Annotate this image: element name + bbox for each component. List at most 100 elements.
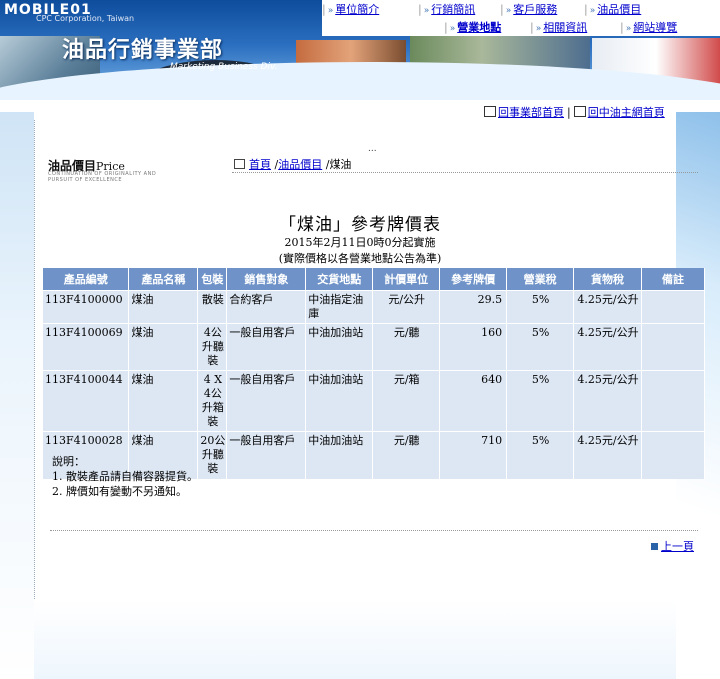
section-subtitle: CONTINUATION OF ORIGINALITY AND PURSUIT …	[48, 171, 157, 183]
cell-tax: 5%	[506, 370, 575, 432]
prev-page-link[interactable]: 上一頁	[661, 540, 694, 553]
price-table-title: 「煤油」參考牌價表	[279, 215, 441, 235]
arrow-icon: »	[589, 6, 596, 16]
cell-pack: 散裝	[197, 290, 228, 324]
cell-target: 一般自用客戶	[226, 323, 307, 371]
column-header: 產品名稱	[128, 268, 199, 291]
section-divider	[232, 172, 698, 173]
arrow-icon: »	[625, 24, 632, 34]
table-row: 113F4100000 煤油 散裝 合約客戶 中油指定油庫 元/公升 29.5 …	[43, 290, 706, 324]
remarks: 說明： 1. 散裝產品請自備容器提貨。 2. 牌價如有變動不另通知。	[52, 454, 198, 499]
cell-target: 一般自用客戶	[226, 370, 307, 432]
home-links-separator: |	[567, 106, 571, 119]
nav-item-oil-prices[interactable]: |» 油品價目	[584, 1, 641, 17]
nav-link-customer-service[interactable]: 客戶服務	[513, 3, 557, 16]
column-header: 包裝	[197, 268, 228, 291]
breadcrumb: 首頁 /油品價目 /煤油	[234, 156, 351, 172]
column-header: 貨物稅	[573, 268, 642, 291]
cell-unit: 元/聽	[372, 431, 441, 479]
cpc-logo-text: CPC Corporation, Taiwan	[36, 14, 135, 23]
cell-place: 中油加油站	[305, 431, 374, 479]
nav-item-locations[interactable]: |» 營業地點	[444, 19, 501, 35]
arrow-icon: »	[327, 6, 334, 16]
cell-name: 煤油	[128, 290, 199, 324]
division-subtitle: Marketing Business Div.	[170, 62, 278, 72]
breadcrumb-current: 煤油	[329, 158, 352, 171]
nav-item-marketing-news[interactable]: |» 行銷簡訊	[418, 1, 475, 17]
price-note: (實際價格以各營業地點公告為準)	[278, 252, 442, 265]
cell-price: 640	[439, 370, 508, 432]
nav-separator: |	[418, 3, 422, 16]
nav-link-locations[interactable]: 營業地點	[457, 21, 501, 34]
table-header-row: 產品編號 產品名稱 包裝 銷售對象 交貨地點 計價單位 參考牌價 營業稅 貨物稅…	[43, 268, 706, 291]
breadcrumb-icon	[234, 159, 245, 169]
main-home-link[interactable]: 回中油主網首頁	[588, 106, 665, 119]
cell-remark	[641, 370, 706, 432]
nav-item-sitemap[interactable]: |» 網站導覽	[620, 19, 677, 35]
cell-remark	[641, 290, 706, 324]
prev-page[interactable]: 上一頁	[651, 538, 694, 554]
effective-date: 2015年2月11日0時0分起實施	[284, 236, 436, 249]
nav-separator: |	[500, 3, 504, 16]
nav-link-oil-prices[interactable]: 油品價目	[597, 3, 641, 16]
cell-price: 29.5	[439, 290, 508, 324]
nav-separator: |	[530, 21, 534, 34]
cell-goods-tax: 4.25元/公升	[573, 323, 642, 371]
nav-separator: |	[584, 3, 588, 16]
cell-name: 煤油	[128, 370, 199, 432]
nav-separator: |	[620, 21, 624, 34]
nav-item-unit-intro[interactable]: |» 單位簡介	[322, 1, 379, 17]
nav-separator: |	[444, 21, 448, 34]
cell-tax: 5%	[506, 431, 575, 479]
cell-code: 113F4100069	[43, 323, 130, 371]
top-navigation: |» 單位簡介 |» 行銷簡訊 |» 客戶服務 |» 油品價目 |» 營業地點 |» 相關資…	[322, 0, 720, 36]
cell-unit: 元/公升	[372, 290, 441, 324]
nav-link-unit-intro[interactable]: 單位簡介	[335, 3, 379, 16]
cell-pack: 4 X 4公升箱裝	[197, 370, 228, 432]
column-header: 營業稅	[506, 268, 575, 291]
table-row: 113F4100069 煤油 4公升聽裝 一般自用客戶 中油加油站 元/聽 16…	[43, 323, 706, 371]
cell-code: 113F4100044	[43, 370, 130, 432]
cell-place: 中油指定油庫	[305, 290, 374, 324]
home-icon	[484, 106, 496, 117]
left-decoration	[0, 112, 34, 679]
arrow-icon: »	[505, 6, 512, 16]
home-links: 回事業部首頁 | 回中油主網首頁	[484, 104, 665, 120]
cell-goods-tax: 4.25元/公升	[573, 370, 642, 432]
nav-link-related-info[interactable]: 相關資訊	[543, 21, 587, 34]
nav-item-customer-service[interactable]: |» 客戶服務	[500, 1, 557, 17]
nav-link-marketing-news[interactable]: 行銷簡訊	[431, 3, 475, 16]
cell-tax: 5%	[506, 290, 575, 324]
table-row: 113F4100044 煤油 4 X 4公升箱裝 一般自用客戶 中油加油站 元/…	[43, 370, 706, 432]
cell-goods-tax: 4.25元/公升	[573, 290, 642, 324]
arrow-icon: »	[535, 24, 542, 34]
cell-remark	[641, 323, 706, 371]
cell-unit: 元/箱	[372, 370, 441, 432]
column-header: 備註	[641, 268, 706, 291]
remarks-heading: 說明：	[52, 455, 85, 468]
remark-item: 2. 牌價如有變動不另通知。	[52, 485, 187, 498]
breadcrumb-home-link[interactable]: 首頁	[249, 158, 271, 171]
arrow-icon: »	[449, 24, 456, 34]
left-border-line	[34, 120, 35, 679]
division-home-link[interactable]: 回事業部首頁	[498, 106, 564, 119]
cell-target: 合約客戶	[226, 290, 307, 324]
section-dots: ...	[368, 144, 377, 154]
cell-pack: 20公升聽裝	[197, 431, 228, 479]
cell-code: 113F4100000	[43, 290, 130, 324]
cell-goods-tax: 4.25元/公升	[573, 431, 642, 479]
arrow-right-icon	[651, 543, 658, 550]
nav-separator: |	[322, 3, 326, 16]
nav-link-sitemap[interactable]: 網站導覽	[633, 21, 677, 34]
column-header: 參考牌價	[439, 268, 508, 291]
column-header: 產品編號	[43, 268, 130, 291]
cell-place: 中油加油站	[305, 370, 374, 432]
division-title: 油品行銷事業部	[62, 37, 224, 63]
nav-item-related-info[interactable]: |» 相關資訊	[530, 19, 587, 35]
cell-pack: 4公升聽裝	[197, 323, 228, 371]
cell-price: 710	[439, 431, 508, 479]
bottom-divider	[50, 530, 698, 531]
cell-unit: 元/聽	[372, 323, 441, 371]
breadcrumb-prices-link[interactable]: 油品價目	[278, 158, 322, 171]
cell-price: 160	[439, 323, 508, 371]
